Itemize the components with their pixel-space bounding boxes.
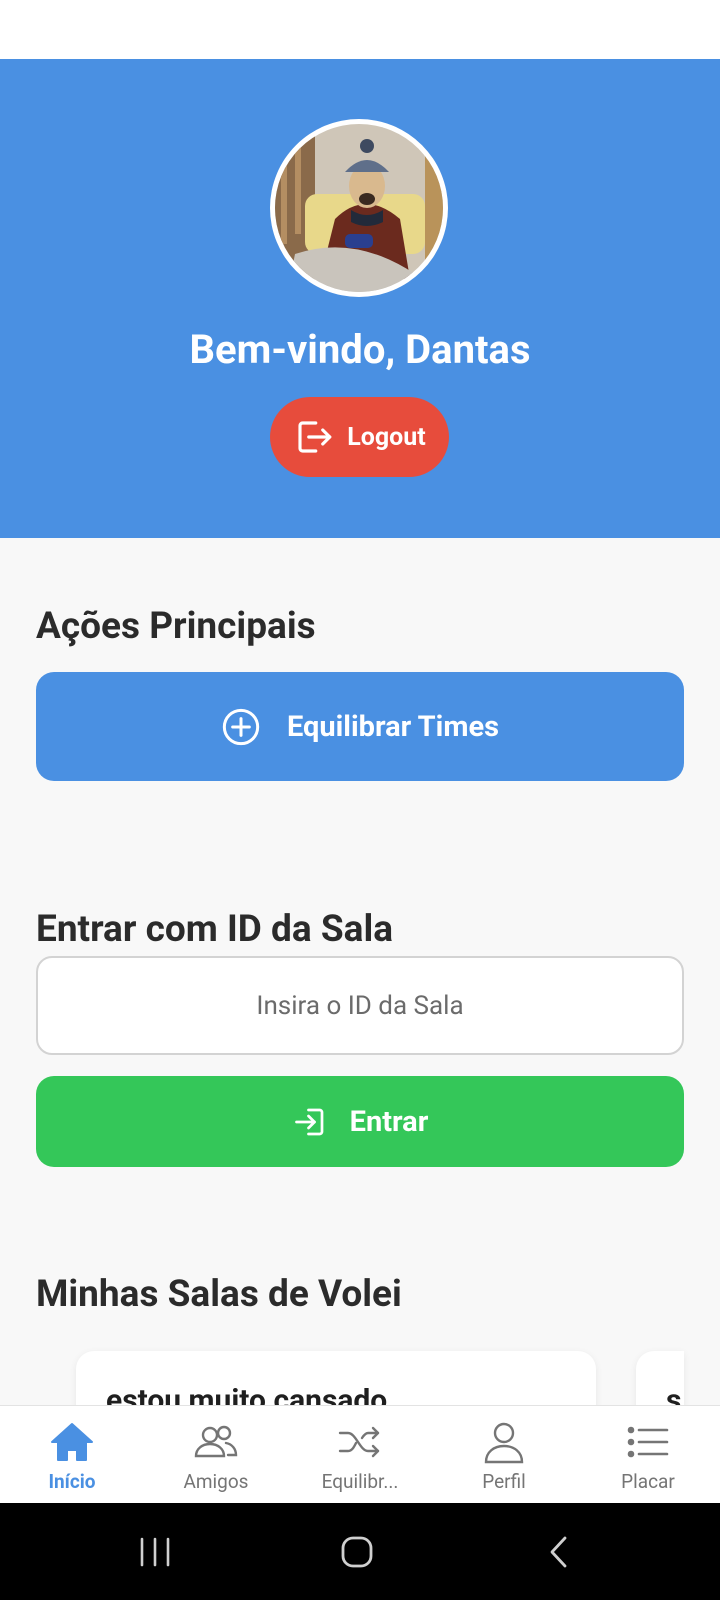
welcome-title: Bem-vindo, Dantas: [189, 326, 531, 373]
tab-label: Amigos: [183, 1470, 249, 1493]
plus-circle-icon: [222, 708, 260, 745]
my-rooms-title: Minhas Salas de Volei: [36, 1273, 402, 1316]
logout-icon: [298, 421, 332, 453]
system-navigation-bar: [0, 1503, 720, 1600]
home-icon: [51, 1423, 93, 1461]
avatar-photo: [275, 124, 443, 292]
main-actions-title: Ações Principais: [36, 605, 316, 648]
tab-label: Equilibr...: [321, 1470, 399, 1493]
balance-teams-label: Equilibrar Times: [286, 709, 500, 744]
enter-icon: [294, 1108, 324, 1135]
join-room-title: Entrar com ID da Sala: [36, 908, 394, 951]
recent-apps-icon: [140, 1537, 170, 1567]
home-nav-icon: [341, 1536, 373, 1568]
back-icon: [550, 1536, 567, 1568]
tab-equilibrar[interactable]: Equilibr...: [288, 1406, 432, 1504]
tab-label: Início: [48, 1470, 96, 1493]
tab-label: Perfil: [482, 1470, 526, 1493]
tab-inicio[interactable]: Início: [0, 1406, 144, 1504]
back-nav-button[interactable]: [530, 1525, 590, 1579]
avatar[interactable]: [270, 119, 448, 297]
home-nav-button[interactable]: [327, 1525, 387, 1579]
enter-room-label: Entrar: [349, 1104, 429, 1139]
shuffle-icon: [338, 1426, 380, 1458]
tab-label: Placar: [621, 1470, 675, 1493]
room-id-input[interactable]: [36, 956, 684, 1055]
status-bar: [0, 0, 720, 59]
tab-perfil[interactable]: Perfil: [432, 1406, 576, 1504]
bottom-tab-bar: Início Amigos Equilibr... Perfil Placar: [0, 1405, 720, 1504]
profile-icon: [484, 1422, 524, 1464]
recent-apps-button[interactable]: [125, 1525, 185, 1579]
tab-placar[interactable]: Placar: [576, 1406, 720, 1504]
friends-icon: [194, 1425, 238, 1458]
logout-label: Logout: [347, 422, 426, 452]
balance-teams-button[interactable]: Equilibrar Times: [36, 672, 684, 781]
logout-button[interactable]: Logout: [270, 397, 449, 477]
list-icon: [627, 1426, 669, 1458]
enter-room-button[interactable]: Entrar: [36, 1076, 684, 1167]
tab-amigos[interactable]: Amigos: [144, 1406, 288, 1504]
